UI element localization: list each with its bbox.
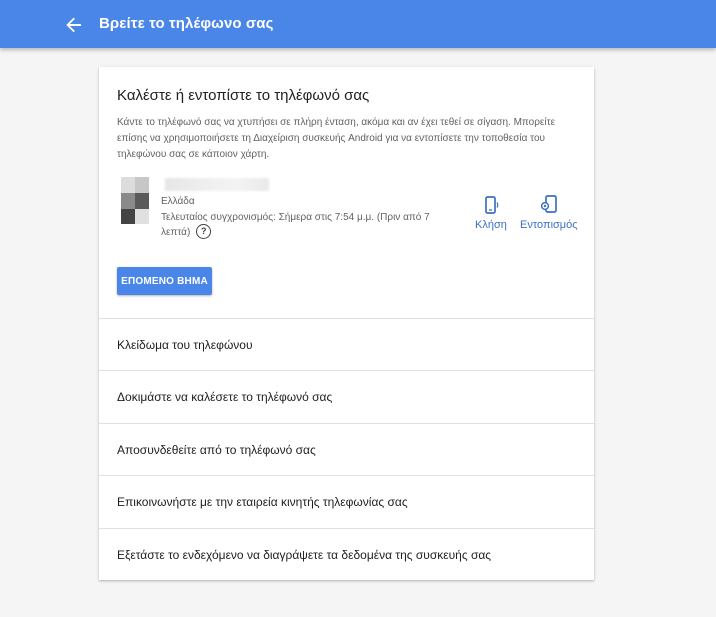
section-title: Καλέστε ή εντοπίστε το τηλέφωνό σας: [117, 87, 370, 104]
locate-action[interactable]: Εντοπισμός: [520, 195, 578, 231]
call-action[interactable]: Κλήση: [475, 195, 507, 231]
device-sync-status: Τελευταίος συγχρονισμός: Σήμερα στις 7:5…: [161, 210, 461, 240]
app-bar: Βρείτε το τηλέφωνο σας: [0, 0, 716, 48]
option-sign-out[interactable]: Αποσυνδεθείτε από το τηλέφωνό σας: [99, 423, 594, 476]
help-circle-icon[interactable]: ?: [196, 224, 212, 239]
device-name-redacted: [165, 178, 269, 191]
option-label: Αποσυνδεθείτε από το τηλέφωνό σας: [117, 443, 316, 457]
call-locate-section: Καλέστε ή εντοπίστε το τηλέφωνό σας Κάντ…: [99, 67, 594, 318]
call-label: Κλήση: [475, 219, 507, 231]
option-try-calling[interactable]: Δοκιμάστε να καλέσετε το τηλέφωνό σας: [99, 370, 594, 423]
option-label: Εξετάστε το ενδεχόμενο να διαγράψετε τα …: [117, 548, 492, 562]
phone-ring-icon: [485, 196, 499, 214]
device-image: [121, 177, 149, 224]
back-button[interactable]: [62, 13, 86, 37]
option-erase-device[interactable]: Εξετάστε το ενδεχόμενο να διαγράψετε τα …: [99, 528, 594, 581]
option-contact-carrier[interactable]: Επικοινωνήστε με την εταιρεία κινητής τη…: [99, 475, 594, 528]
option-label: Επικοινωνήστε με την εταιρεία κινητής τη…: [117, 495, 408, 509]
next-step-button[interactable]: ΕΠΟΜΕΝΟ ΒΗΜΑ: [117, 267, 212, 295]
option-lock-phone[interactable]: Κλείδωμα του τηλεφώνου: [99, 318, 594, 371]
phone-locate-icon: [540, 195, 557, 213]
page-title: Βρείτε το τηλέφωνο σας: [99, 15, 274, 32]
find-phone-card: Καλέστε ή εντοπίστε το τηλέφωνό σας Κάντ…: [99, 67, 594, 580]
section-description: Κάντε το τηλέφωνό σας να χτυπήσει σε πλή…: [117, 117, 556, 160]
locate-label: Εντοπισμός: [520, 219, 578, 231]
option-label: Δοκιμάστε να καλέσετε το τηλέφωνό σας: [117, 390, 333, 404]
option-label: Κλείδωμα του τηλεφώνου: [117, 338, 253, 352]
arrow-back-icon: [66, 17, 81, 33]
device-country: Ελλάδα: [161, 196, 195, 207]
